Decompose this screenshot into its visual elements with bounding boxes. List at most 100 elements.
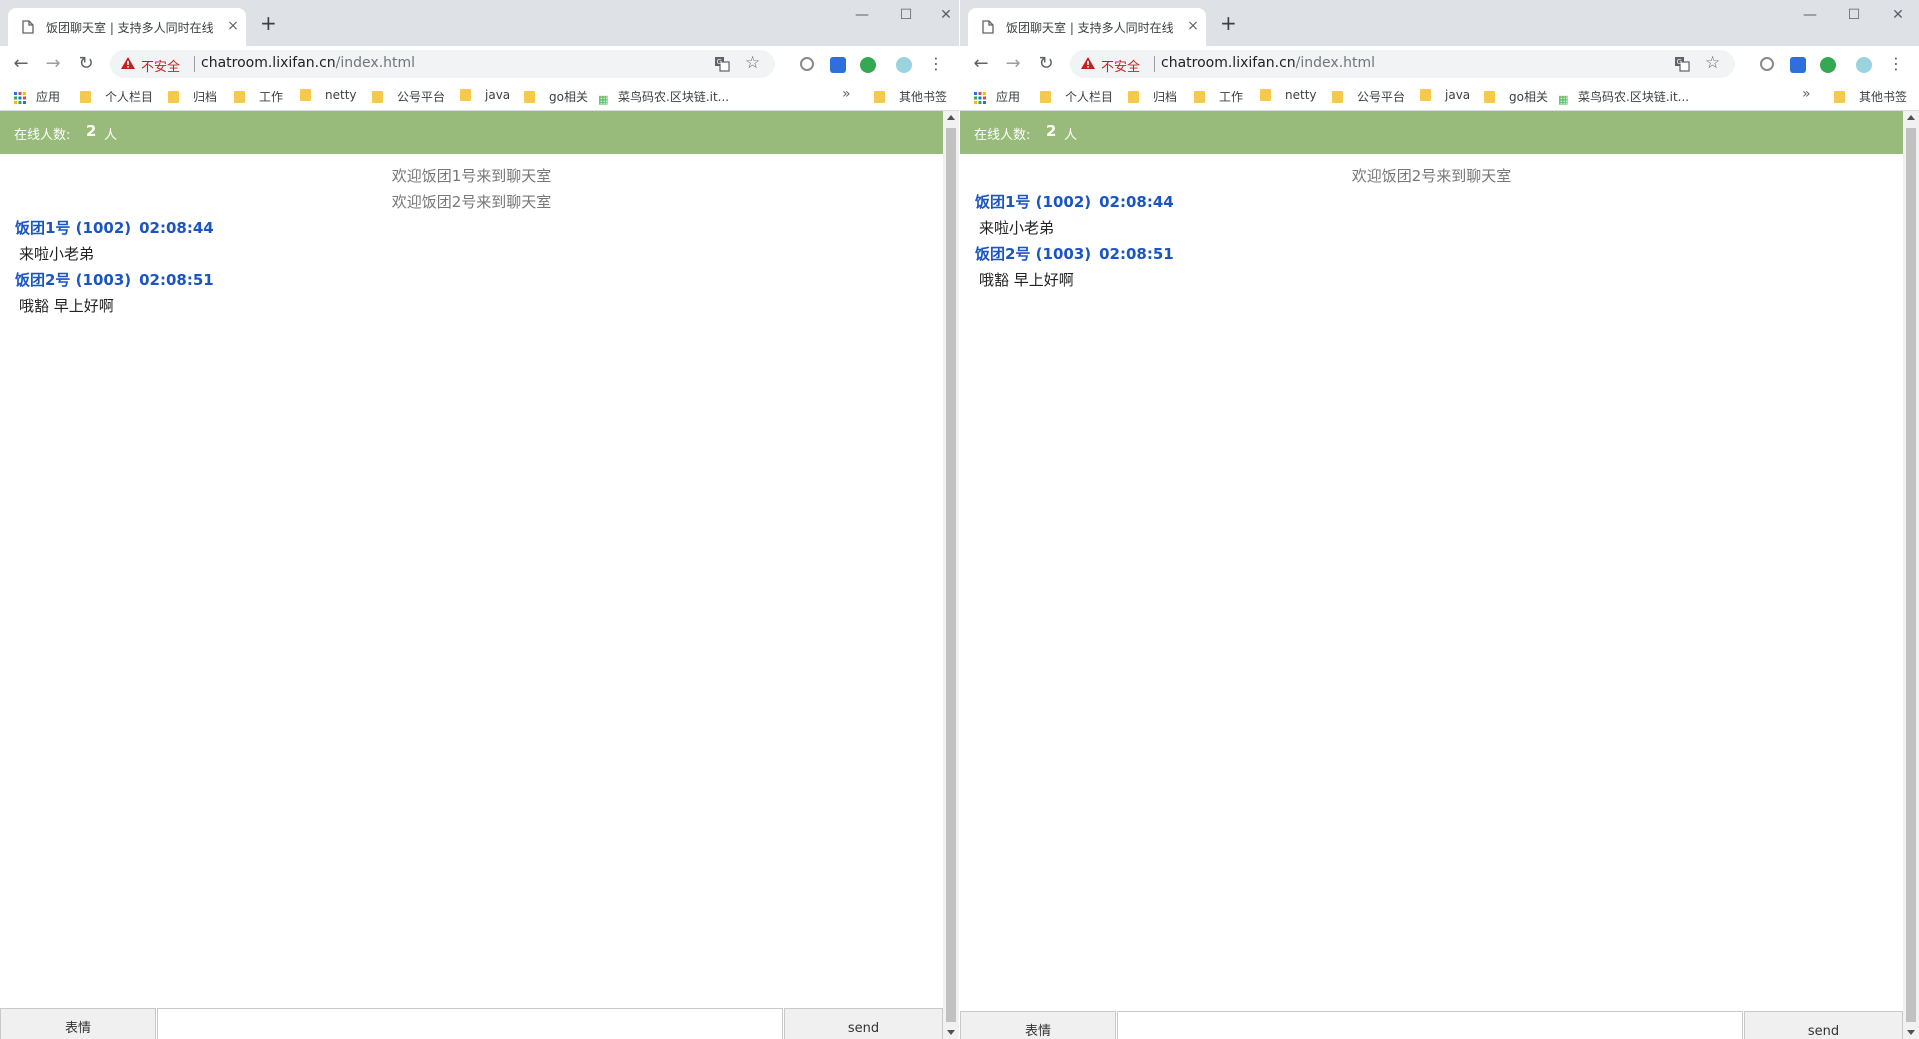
translate-icon[interactable]: G [1674,56,1690,72]
folder-icon [1420,89,1431,101]
window-close-icon[interactable]: ✕ [936,8,956,24]
message-text: 哦豁 早上好啊 [979,271,1074,289]
browser-menu-icon[interactable]: ⋮ [1888,54,1904,74]
bookmarks-bar: 应用 个人栏目 归档 工作 netty 公号平台 java go相关 ▦ 菜鸟码农… [0,82,959,111]
bookmarks-overflow-icon[interactable]: » [1802,86,1811,102]
translate-icon[interactable]: G [714,56,730,72]
emoji-button[interactable]: 表情 [0,1008,156,1039]
message-input[interactable] [157,1008,783,1039]
folder-icon [168,91,179,103]
folder-icon [300,89,311,101]
forward-arrow-icon[interactable]: → [42,53,64,75]
browser-tab[interactable]: 饭团聊天室 | 支持多人同时在线 × [968,8,1206,46]
bookmark-folder[interactable]: 个人栏目 [80,88,153,104]
system-message: 欢迎饭团2号来到聊天室 [1351,167,1512,185]
send-button[interactable]: send [784,1008,943,1039]
extension-record-icon[interactable] [1760,57,1774,71]
bookmark-label: 公号平台 [1357,90,1406,104]
address-bar[interactable]: 不安全 chatroom.lixifan.cn/index.html G ☆ [110,50,775,78]
window-close-icon[interactable]: ✕ [1888,8,1908,24]
bookmark-folder[interactable]: 公号平台 [1332,88,1405,104]
extension-pocket-icon[interactable] [830,57,846,73]
send-button[interactable]: send [1744,1011,1903,1039]
browser-tab[interactable]: 饭团聊天室 | 支持多人同时在线 × [8,8,246,46]
bookmark-folder[interactable]: 工作 [234,88,283,104]
url-host: chatroom.lixifan.cn [201,55,336,71]
new-tab-plus-icon[interactable]: + [260,13,277,33]
scroll-down-arrow-icon[interactable] [1907,1030,1915,1035]
bookmark-star-icon[interactable]: ☆ [745,53,760,73]
tab-close-icon[interactable]: × [1184,17,1202,35]
minimize-icon[interactable]: — [1800,8,1820,24]
bookmark-site[interactable]: ▦ 菜鸟码农.区块链.it... [1558,88,1689,106]
bookmark-folder[interactable]: 公号平台 [372,88,445,104]
page-scrollbar[interactable] [943,111,959,1039]
extension-check-icon[interactable] [1820,57,1836,73]
tab-close-icon[interactable]: × [224,17,242,35]
message-time: 02:08:44 [1099,193,1174,211]
bookmark-label: go相关 [1509,90,1548,104]
bookmark-folder[interactable]: netty [300,88,357,104]
bookmark-other-folder[interactable]: 其他书签 [874,88,947,104]
bookmark-label: 菜鸟码农.区块链.it... [618,90,730,104]
bookmark-folder[interactable]: 工作 [1194,88,1243,104]
bookmark-folder[interactable]: java [1420,88,1470,104]
back-arrow-icon[interactable]: ← [970,53,992,75]
address-separator [194,56,195,72]
bookmark-label: 应用 [996,90,1021,104]
folder-icon [1834,91,1845,103]
back-arrow-icon[interactable]: ← [10,53,32,75]
bookmark-apps[interactable]: 应用 [14,88,60,104]
scrollbar-thumb[interactable] [946,128,956,1022]
extension-pocket-icon[interactable] [1790,57,1806,73]
bookmark-folder[interactable]: 个人栏目 [1040,88,1113,104]
bookmark-folder[interactable]: 归档 [1128,88,1177,104]
reload-icon[interactable]: ↻ [75,53,97,75]
scroll-up-arrow-icon[interactable] [1907,115,1915,120]
bookmark-folder[interactable]: go相关 [1484,88,1548,104]
chat-input-bar: 表情 send [0,1008,943,1039]
extension-check-icon[interactable] [860,57,876,73]
bookmark-other-folder[interactable]: 其他书签 [1834,88,1907,104]
page-scrollbar[interactable] [1903,111,1919,1039]
bookmarks-overflow-icon[interactable]: » [842,86,851,102]
bookmark-label: 公号平台 [397,90,446,104]
new-tab-plus-icon[interactable]: + [1220,13,1237,33]
emoji-button[interactable]: 表情 [960,1011,1116,1039]
minimize-icon[interactable]: — [852,8,872,24]
address-bar[interactable]: 不安全 chatroom.lixifan.cn/index.html G ☆ [1070,50,1735,78]
bookmark-star-icon[interactable]: ☆ [1705,53,1720,73]
apps-grid-icon [974,92,986,104]
system-message: 欢迎饭团1号来到聊天室 [391,167,552,185]
svg-text:G: G [1677,58,1682,66]
bookmark-folder[interactable]: 归档 [168,88,217,104]
scroll-up-arrow-icon[interactable] [947,115,955,120]
bookmark-folder[interactable]: netty [1260,88,1317,104]
profile-avatar-icon[interactable] [1856,57,1872,73]
bookmark-folder[interactable]: go相关 [524,88,588,104]
bookmark-label: 归档 [193,90,218,104]
chat-input-bar: 表情 send [960,1011,1903,1039]
message-input[interactable] [1117,1011,1743,1039]
message-user: 饭团1号 (1002) [975,193,1092,211]
url-text[interactable]: chatroom.lixifan.cn/index.html [1161,55,1375,71]
forward-arrow-icon[interactable]: → [1002,53,1024,75]
scrollbar-thumb[interactable] [1906,128,1916,1022]
bookmark-label: java [1445,88,1471,102]
folder-icon [1260,89,1271,101]
browser-window-left: 饭团聊天室 | 支持多人同时在线 × + — ☐ ✕ ← → ↻ 不安全 cha… [0,0,959,1039]
maximize-icon[interactable]: ☐ [1844,8,1864,24]
browser-menu-icon[interactable]: ⋮ [928,54,944,74]
extension-record-icon[interactable] [800,57,814,71]
maximize-icon[interactable]: ☐ [896,8,916,24]
not-secure-label[interactable]: 不安全 [141,56,180,75]
scroll-down-arrow-icon[interactable] [947,1030,955,1035]
bookmark-site[interactable]: ▦ 菜鸟码农.区块链.it... [598,88,730,106]
bookmark-apps[interactable]: 应用 [974,88,1020,104]
profile-avatar-icon[interactable] [896,57,912,73]
not-secure-label[interactable]: 不安全 [1101,56,1140,75]
bookmark-folder[interactable]: java [460,88,510,104]
apps-grid-icon [14,92,26,104]
reload-icon[interactable]: ↻ [1035,53,1057,75]
url-text[interactable]: chatroom.lixifan.cn/index.html [201,55,415,71]
